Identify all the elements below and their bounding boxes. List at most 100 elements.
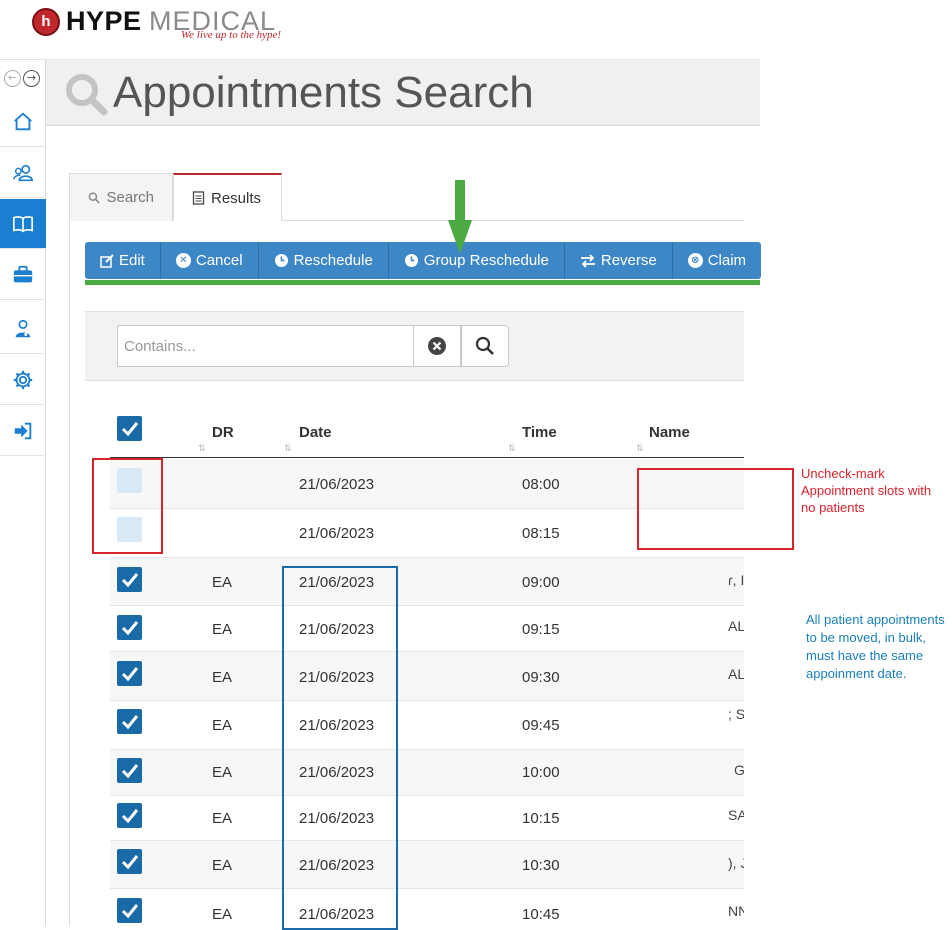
claim-button[interactable]: ⊗ Claim	[673, 242, 761, 279]
table-row[interactable]	[110, 750, 760, 796]
gear-icon	[13, 370, 33, 389]
tab-divider	[282, 220, 744, 221]
cell-time: 09:15	[522, 621, 560, 638]
checkmark-icon	[121, 903, 138, 918]
checkmark-icon	[121, 421, 138, 436]
cell-name: NNIF	[728, 903, 744, 919]
cell-name: GAE	[734, 762, 744, 778]
select-all-checkbox[interactable]	[117, 416, 142, 441]
sidebar-item-appointments[interactable]	[0, 199, 46, 249]
book-icon	[13, 215, 33, 232]
row-checkbox[interactable]	[117, 803, 142, 828]
reverse-button[interactable]: Reverse	[565, 242, 673, 279]
swap-icon	[580, 253, 595, 268]
logo-brand-bold: HYPE	[66, 6, 142, 36]
users-icon	[13, 164, 33, 181]
clear-search-button[interactable]	[413, 325, 461, 367]
column-header-time[interactable]: Time	[522, 424, 557, 441]
table-row[interactable]	[110, 652, 760, 701]
sidebar-nav-arrows: ← →	[4, 70, 40, 87]
back-arrow-icon[interactable]: ←	[4, 70, 21, 87]
table-row[interactable]	[110, 701, 760, 750]
cell-time: 10:15	[522, 810, 560, 827]
search-icon	[66, 74, 108, 116]
highlight-underline	[85, 280, 760, 285]
sidebar-item-doctors[interactable]	[0, 304, 46, 354]
sidebar-item-billing[interactable]	[0, 250, 46, 300]
annotation-box-empty-names	[637, 468, 794, 550]
briefcase-icon	[13, 265, 33, 282]
edit-icon	[100, 253, 114, 268]
search-button[interactable]	[461, 325, 509, 367]
table-row[interactable]	[110, 606, 760, 652]
sidebar-item-logout[interactable]	[0, 406, 46, 456]
clipped-edge	[744, 290, 760, 926]
sort-icon[interactable]: ⇅	[508, 444, 516, 454]
forward-arrow-icon[interactable]: →	[23, 70, 40, 87]
cell-dr: EA	[212, 764, 233, 781]
cell-time: 10:00	[522, 764, 560, 781]
cell-name: AL L	[728, 618, 744, 634]
search-input[interactable]	[117, 325, 414, 367]
reschedule-button[interactable]: Reschedule	[259, 242, 389, 279]
search-icon	[475, 336, 494, 355]
sidebar-item-patients[interactable]	[0, 148, 46, 198]
cell-name: SAI A	[728, 807, 744, 823]
cell-dr: EA	[212, 857, 233, 874]
table-row[interactable]	[110, 558, 760, 606]
search-icon	[88, 191, 100, 203]
cell-time: 09:00	[522, 574, 560, 591]
reverse-button-label: Reverse	[600, 252, 657, 269]
row-checkbox[interactable]	[117, 661, 142, 686]
cell-date: 21/06/2023	[299, 525, 375, 542]
checkmark-icon	[121, 666, 138, 681]
sidebar-item-settings[interactable]	[0, 355, 46, 405]
checkmark-icon	[121, 808, 138, 823]
cell-dr: EA	[212, 810, 233, 827]
row-checkbox[interactable]	[117, 758, 142, 783]
sort-icon[interactable]: ⇅	[198, 444, 206, 454]
cell-time: 10:30	[522, 857, 560, 874]
edit-button[interactable]: Edit	[85, 242, 161, 279]
table-row[interactable]	[110, 889, 760, 926]
clock-icon	[404, 254, 418, 267]
down-arrow-icon	[448, 180, 472, 254]
cancel-button[interactable]: ✕ Cancel	[161, 242, 259, 279]
row-checkbox[interactable]	[117, 615, 142, 640]
logo-tagline: We live up to the hype!	[181, 29, 282, 41]
cancel-icon: ✕	[175, 253, 191, 268]
tab-results-label: Results	[211, 189, 262, 207]
column-header-dr[interactable]: DR	[212, 424, 234, 441]
sidebar-item-home[interactable]	[0, 97, 46, 147]
tab-results[interactable]: Results	[173, 173, 282, 221]
sort-icon[interactable]: ⇅	[284, 444, 292, 454]
doctor-icon	[15, 319, 31, 337]
cell-time: 08:15	[522, 525, 560, 542]
table-row[interactable]	[110, 841, 760, 889]
group-reschedule-button[interactable]: Group Reschedule	[389, 242, 565, 279]
row-checkbox[interactable]	[117, 898, 142, 923]
annotation-box-dates	[282, 566, 398, 930]
column-header-date[interactable]: Date	[299, 424, 332, 441]
clock-icon	[274, 254, 288, 267]
sort-icon[interactable]: ⇅	[636, 444, 644, 454]
cell-time: 09:45	[522, 717, 560, 734]
cell-name: ; STE	[728, 706, 744, 722]
column-header-name[interactable]: Name	[649, 424, 690, 441]
edit-button-label: Edit	[119, 252, 145, 269]
row-checkbox[interactable]	[117, 567, 142, 592]
annotation-note-uncheck: Uncheck-mark Appointment slots with no p…	[801, 466, 932, 515]
checkmark-icon	[121, 854, 138, 869]
page-title: Appointments Search	[113, 68, 534, 117]
cell-dr: EA	[212, 906, 233, 923]
table-row[interactable]	[110, 796, 760, 841]
cell-time: 08:00	[522, 476, 560, 493]
cell-dr: EA	[212, 621, 233, 638]
row-checkbox[interactable]	[117, 849, 142, 874]
reschedule-button-label: Reschedule	[293, 252, 373, 269]
home-icon	[14, 112, 32, 130]
row-checkbox[interactable]	[117, 709, 142, 734]
group-reschedule-button-label: Group Reschedule	[423, 252, 549, 269]
tab-search[interactable]: Search	[69, 173, 173, 221]
annotation-box-empty-checkboxes	[92, 458, 163, 554]
